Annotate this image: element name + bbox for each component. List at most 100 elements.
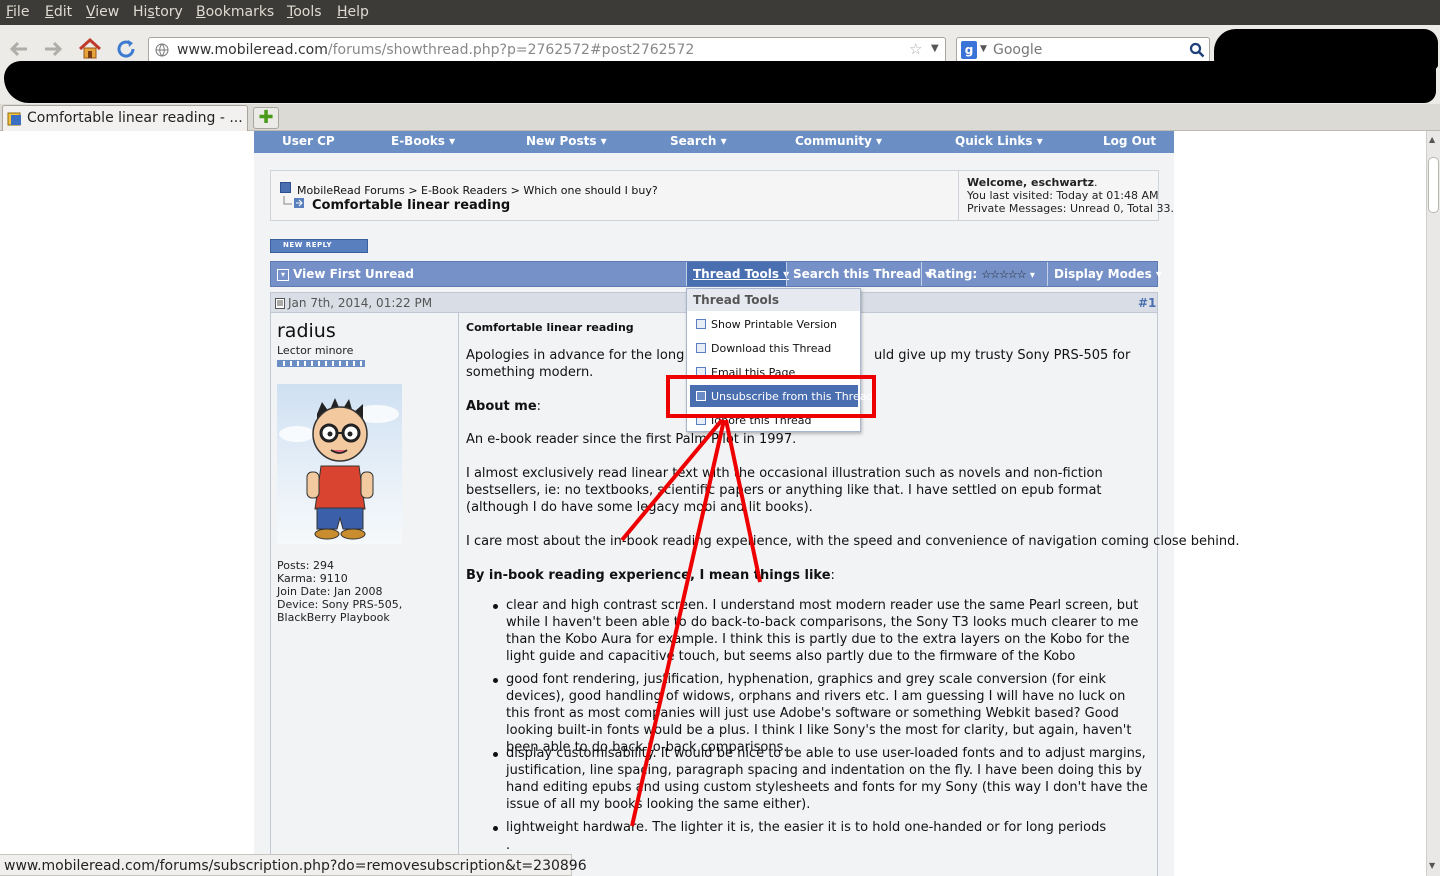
private-messages-link[interactable]: Private Messages: Unread 0, Total 33.	[967, 202, 1174, 215]
paragraph-priorities: I care most about the in-book reading ex…	[466, 534, 1240, 549]
view-first-unread-link[interactable]: ▾ View First Unread	[271, 262, 686, 286]
breadcrumb: MobileRead Forums > E-Book Readers > Whi…	[297, 184, 658, 197]
menu-edit[interactable]: Edit	[45, 4, 72, 20]
breadcrumb-box: MobileRead Forums > E-Book Readers > Whi…	[270, 170, 1174, 221]
view-first-unread-label: View First Unread	[293, 267, 414, 281]
reading-experience-bold: By in-book reading experience, I mean th…	[466, 568, 831, 583]
reload-icon	[117, 40, 135, 58]
reputation-bar	[277, 360, 365, 367]
page-title: Comfortable linear reading	[312, 198, 511, 213]
menu-view[interactable]: View	[86, 4, 119, 20]
google-engine-icon[interactable]: g	[961, 41, 977, 59]
breadcrumb-site[interactable]: MobileRead Forums	[297, 184, 405, 197]
nav-community[interactable]: Community ▾	[795, 134, 882, 148]
list-item-text: lightweight hardware. The lighter it is,…	[506, 820, 1107, 835]
menu-history[interactable]: History	[133, 4, 183, 20]
author-karma: Karma: 9110	[277, 572, 348, 585]
menu-item-download-thread[interactable]: Download this Thread	[690, 337, 858, 359]
new-reply-button[interactable]: NEW REPLY	[270, 239, 368, 253]
welcome-prefix: Welcome,	[967, 176, 1031, 189]
forward-button[interactable]	[40, 37, 66, 63]
page-viewport: User CP E-Books ▾ New Posts ▾ Search ▾ C…	[0, 131, 1426, 876]
forum-page: User CP E-Books ▾ New Posts ▾ Search ▾ C…	[254, 131, 1240, 876]
nav-user-cp[interactable]: User CP	[282, 134, 335, 148]
display-modes-menu-button[interactable]: Display Modes ▾	[1047, 262, 1162, 286]
avatar[interactable]	[277, 384, 402, 544]
paragraph-reading-habits: I almost exclusively read linear text wi…	[466, 466, 1103, 515]
nav-new-posts[interactable]: New Posts ▾	[526, 134, 607, 148]
forum-home-icon[interactable]	[280, 182, 291, 193]
nav-search[interactable]: Search ▾	[670, 134, 727, 148]
about-colon: :	[536, 399, 542, 414]
engine-dropdown-icon[interactable]: ▼	[980, 44, 987, 54]
author-join-date: Join Date: Jan 2008	[277, 585, 383, 598]
bookmark-star-icon[interactable]: ☆	[909, 40, 922, 58]
post-number-link[interactable]: #1	[1138, 296, 1156, 310]
forum-top-nav: User CP E-Books ▾ New Posts ▾ Search ▾ C…	[254, 131, 1174, 153]
scroll-up-arrow-icon[interactable]: ▲	[1429, 135, 1435, 144]
reload-button[interactable]	[113, 37, 139, 63]
home-button[interactable]	[77, 37, 103, 63]
menu-help[interactable]: Help	[337, 4, 369, 20]
welcome-suffix: .	[1094, 176, 1098, 189]
nav-log-out[interactable]: Log Out	[1103, 134, 1156, 148]
cartoon-avatar-icon	[279, 398, 399, 540]
list-item: lightweight hardware. The lighter it is,…	[493, 819, 1151, 836]
vertical-scrollbar[interactable]: ▲ ▼	[1426, 131, 1440, 876]
menu-item-label: Download this Thread	[711, 342, 832, 355]
status-bar-link-preview: www.mobileread.com/forums/subscription.p…	[0, 854, 587, 876]
rating-stars: ☆☆☆☆☆	[981, 268, 1026, 281]
email-icon	[696, 367, 706, 377]
list-item: clear and high contrast screen. I unders…	[493, 597, 1151, 665]
menu-file[interactable]: File	[6, 4, 29, 20]
thread-tools-label: Thread Tools ▾	[693, 267, 790, 281]
menu-tools[interactable]: Tools	[287, 4, 322, 20]
menu-item-unsubscribe-thread[interactable]: Unsubscribe from this Thread	[690, 385, 873, 407]
url-bar[interactable]: www.mobileread.com/forums/showthread.php…	[148, 37, 946, 63]
menu-item-email-page[interactable]: Email this Page	[690, 361, 858, 383]
url-host: www.mobileread.com	[177, 42, 328, 58]
new-reply-label: NEW REPLY	[283, 241, 333, 249]
tab-label: Comfortable linear reading - ...	[27, 110, 243, 126]
thread-tools-menu-button[interactable]: Thread Tools ▾	[686, 262, 790, 286]
back-button[interactable]	[6, 37, 32, 63]
thread-tools-dropdown-header: Thread Tools	[687, 289, 860, 311]
thread-control-bar: ▾ View First Unread Thread Tools ▾ Search…	[270, 261, 1162, 287]
url-history-dropdown-icon[interactable]: ▼	[931, 43, 939, 54]
display-modes-label: Display Modes ▾	[1054, 267, 1162, 281]
nav-quick-links[interactable]: Quick Links ▾	[955, 134, 1043, 148]
search-placeholder: Google	[993, 42, 1043, 58]
list-item-text: .	[506, 838, 511, 853]
bullet-icon	[493, 678, 498, 683]
breadcrumb-which-to-buy[interactable]: > Which one should I buy?	[511, 184, 658, 197]
magnifier-icon[interactable]	[1189, 42, 1205, 58]
menu-item-ignore-thread[interactable]: Ignore this Thread	[690, 409, 858, 431]
menu-bookmarks[interactable]: Bookmarks	[196, 4, 274, 20]
menu-item-label: Email this Page	[711, 366, 796, 379]
tab-bar: Comfortable linear reading - ... ✚	[0, 104, 1440, 131]
back-arrow-icon	[9, 41, 27, 57]
post-icon	[275, 298, 285, 309]
plus-icon: ✚	[258, 107, 274, 128]
menu-bar: File Edit View History Bookmarks Tools H…	[0, 0, 1440, 25]
author-panel: radius Lector minore Posts: 294 Karma: 9…	[271, 313, 459, 876]
welcome-username[interactable]: eschwartz	[1031, 176, 1094, 189]
menu-item-label: Unsubscribe from this Thread	[711, 390, 874, 403]
nav-ebooks[interactable]: E-Books ▾	[391, 134, 455, 148]
scroll-down-arrow-icon[interactable]: ▼	[1429, 861, 1435, 870]
navigation-toolbar: www.mobileread.com/forums/showthread.php…	[0, 25, 1440, 107]
last-visit-text: You last visited: Today at 01:48 AM	[967, 189, 1159, 202]
mobileread-favicon-icon	[7, 112, 21, 126]
web-search-bar[interactable]: g ▼ Google	[956, 37, 1210, 63]
tab-comfortable-linear-reading[interactable]: Comfortable linear reading - ...	[2, 105, 248, 131]
author-rank: Lector minore	[277, 344, 354, 357]
search-thread-menu-button[interactable]: Search this Thread ▾	[786, 262, 931, 286]
bullet-icon	[493, 604, 498, 609]
rating-menu-button[interactable]: Rating: ☆☆☆☆☆ ▾	[921, 262, 1047, 286]
forward-arrow-icon	[45, 41, 63, 57]
menu-item-show-printable-version[interactable]: Show Printable Version	[690, 313, 858, 335]
breadcrumb-ebook-readers[interactable]: > E-Book Readers	[408, 184, 507, 197]
author-name-link[interactable]: radius	[277, 320, 336, 342]
scrollbar-thumb[interactable]	[1428, 157, 1439, 213]
new-tab-button[interactable]: ✚	[253, 107, 279, 129]
